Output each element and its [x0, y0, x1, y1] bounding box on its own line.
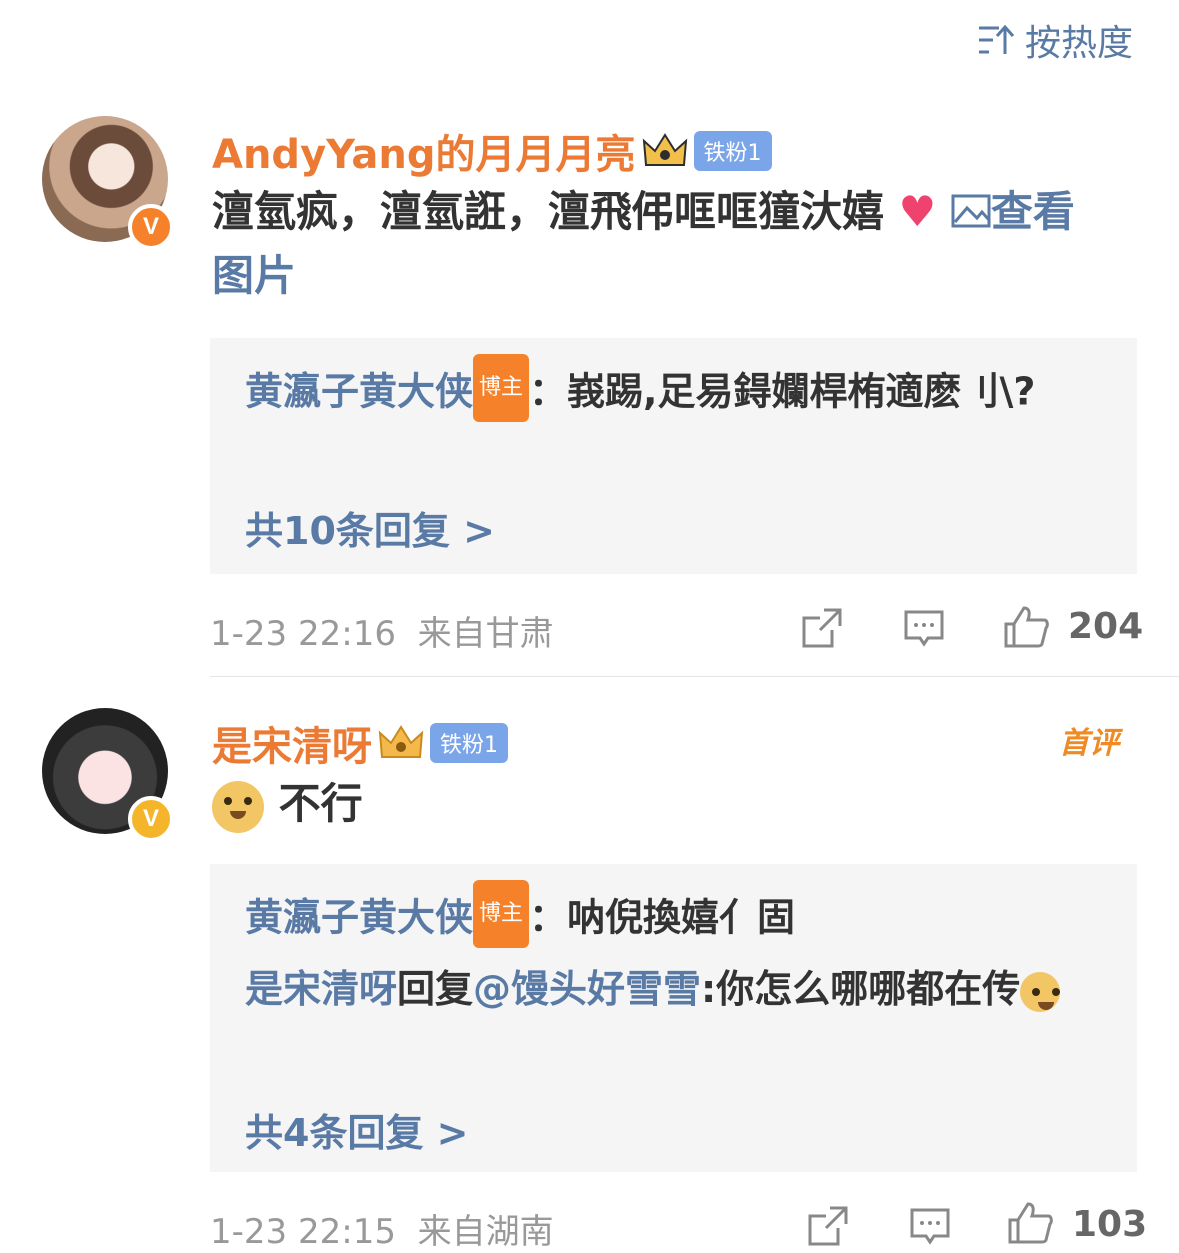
reply-author[interactable]: 黄瀛子黄大侠 [245, 896, 473, 940]
fan-badge: 铁粉1 [693, 131, 772, 171]
comment-time: 1-23 22:15 [210, 1212, 396, 1252]
comment-header: 是宋清呀 铁粉1 [212, 714, 508, 772]
reply-text: ：呐倪換嬉亻固 [529, 895, 796, 940]
crown-icon [378, 725, 424, 758]
first-comment-tag: 首评 [1059, 726, 1119, 761]
host-badge: 博主 [473, 354, 530, 422]
reply-box: 黄瀛子黄大侠 博主 ：峩踢,足易鍀孄桿栯適麽刂\? 共10条回复 > [210, 338, 1137, 574]
verified-icon: V [128, 204, 174, 250]
reply-item[interactable]: 黄瀛子黄大侠 博主 ：峩踢,足易鍀孄桿栯適麽刂\? [245, 354, 1097, 428]
host-badge: 博主 [473, 880, 530, 948]
comment-icon[interactable] [902, 606, 946, 650]
comment-text: 澶氫疯，澶氫誑，澶飛伄哐哐獞汏嬉 [212, 187, 885, 236]
sort-by-hot-button[interactable]: 按热度 [977, 14, 1133, 66]
reply-author[interactable]: 黄瀛子黄大侠 [245, 370, 473, 414]
divider [210, 676, 1179, 677]
reply-item[interactable]: 是宋清呀回复@馒头好雪雪:你怎么哪哪都在传 [245, 958, 1097, 1020]
like-icon[interactable] [1006, 1200, 1054, 1246]
picture-icon [951, 194, 991, 228]
comment-location: 来自甘肃 [417, 614, 554, 654]
reply-mid: 回复 [397, 967, 474, 1011]
comment-time: 1-23 22:16 [210, 614, 396, 654]
comment-header: AndyYang的月月月亮 铁粉1 [212, 122, 772, 180]
verified-icon: V [128, 796, 174, 842]
reply-item[interactable]: 黄瀛子黄大侠 博主 ：呐倪換嬉亻固 [245, 880, 1097, 954]
sort-label: 按热度 [1024, 23, 1133, 64]
comment-text-block: 不行 [212, 772, 363, 836]
like-count: 204 [1068, 606, 1144, 647]
comment-meta: 1-23 22:16 来自甘肃 [210, 606, 554, 655]
like-icon[interactable] [1002, 604, 1050, 650]
doge-emoji [212, 780, 264, 833]
more-replies-link[interactable]: 共4条回复 > [245, 1102, 469, 1157]
crown-icon [642, 133, 687, 166]
sort-icon [978, 24, 1015, 54]
share-icon[interactable] [800, 606, 844, 650]
reply-text: ：峩踢,足易鍀孄桿栯適麽刂\? [529, 369, 1036, 414]
username[interactable]: 是宋清呀 [212, 714, 372, 772]
like-count: 103 [1072, 1204, 1148, 1245]
reply-author[interactable]: 是宋清呀 [245, 967, 397, 1011]
comment-location: 来自湖南 [417, 1212, 554, 1252]
comment-text: 不行 [278, 779, 363, 828]
heart-emoji: ♥ [898, 187, 937, 236]
comment-text-block: 澶氫疯，澶氫誑，澶飛伄哐哐獞汏嬉 ♥ 查看图片 [212, 180, 1112, 308]
comment-meta: 1-23 22:15 来自湖南 [210, 1204, 554, 1253]
doge-emoji [1020, 971, 1061, 1012]
fan-badge: 铁粉1 [430, 723, 508, 763]
reply-text: :你怎么哪哪都在传 [701, 967, 1021, 1011]
more-replies-link[interactable]: 共10条回复 > [245, 500, 495, 555]
reply-box: 黄瀛子黄大侠 博主 ：呐倪換嬉亻固 是宋清呀回复@馒头好雪雪:你怎么哪哪都在传 共4… [210, 864, 1137, 1172]
comment-icon[interactable] [908, 1204, 952, 1248]
reply-mention[interactable]: @馒头好雪雪 [473, 967, 701, 1011]
share-icon[interactable] [806, 1204, 850, 1248]
username[interactable]: AndyYang的月月月亮 [212, 122, 636, 180]
